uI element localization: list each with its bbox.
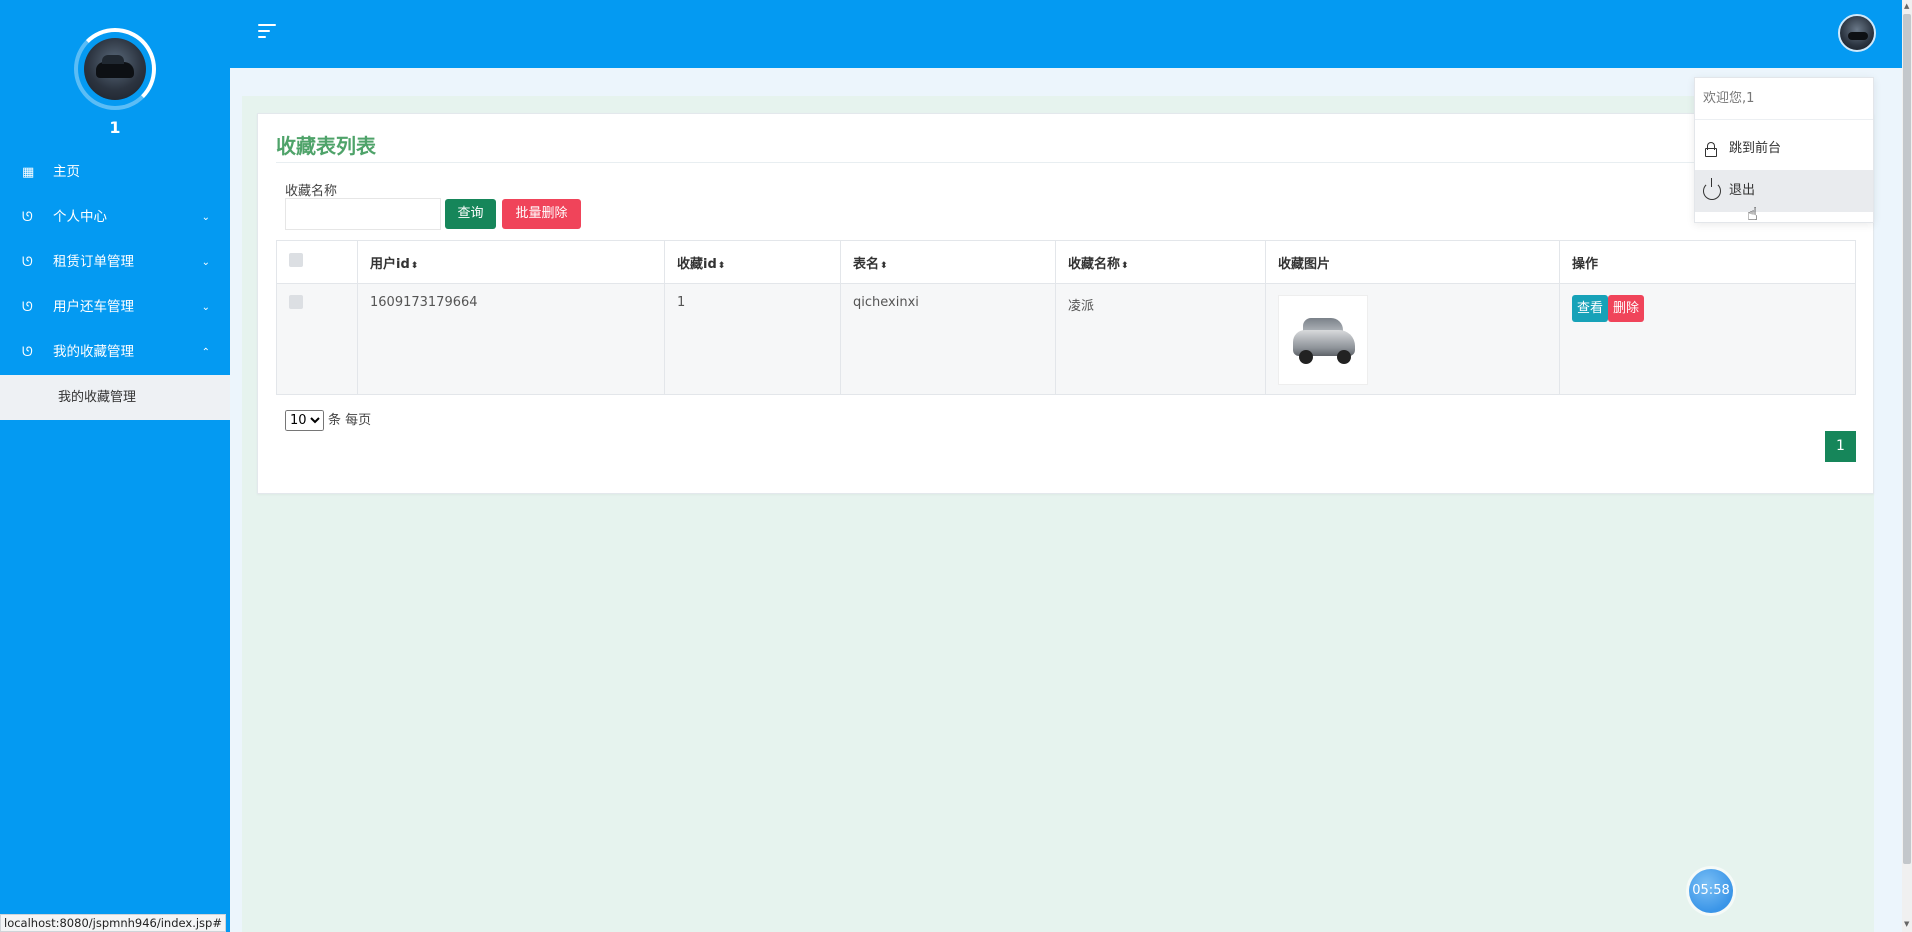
column-header-fav-id[interactable]: 收藏id⬍ [664,240,841,284]
sidebar-item-my-favorites[interactable]: ᘎ 我的收藏管理 ⌃ [0,330,230,375]
scroll-down-icon[interactable]: ▼ [1904,920,1909,928]
sidebar-item-home[interactable]: ▦ 主页 [0,150,230,195]
avatar-image [84,38,146,100]
page-size-control: 10 条 每页 [285,409,371,431]
menu-toggle-icon[interactable] [258,24,276,40]
grid-icon: ▦ [22,165,35,180]
sort-icon: ⬍ [410,260,419,271]
column-label: 操作 [1572,256,1599,272]
cell-actions: 查看 删除 [1559,283,1856,395]
search-input[interactable] [285,198,441,230]
welcome-text: 欢迎您,1 [1695,78,1873,120]
top-header [230,0,1902,68]
lock-icon [1705,142,1717,157]
scroll-up-icon[interactable]: ▲ [1904,2,1909,10]
sort-icon: ⬍ [1121,260,1129,271]
cell-table-name: qichexinxi [840,283,1056,395]
chevron-down-icon: ⌄ [201,302,210,313]
column-header-fav-name[interactable]: 收藏名称⬍ [1055,240,1266,284]
select-all-checkbox[interactable] [289,253,303,267]
column-header-fav-image: 收藏图片 [1265,240,1560,284]
row-select-cell [276,283,358,395]
browser-status-bar: localhost:8080/jspmnh946/index.jsp# [0,914,226,932]
title-divider [276,162,1856,163]
view-button[interactable]: 查看 [1572,295,1609,322]
menu-item-logout[interactable]: 退出 ☝ [1695,170,1873,225]
menu-item-label: 跳到前台 [1729,141,1782,156]
sidebar-username: 1 [109,118,121,137]
power-icon [1703,178,1721,200]
pagination-page-1[interactable]: 1 [1825,431,1856,462]
page-title: 收藏表列表 [276,134,376,158]
sidebar-item-rental-orders[interactable]: ᘎ 租赁订单管理 ⌄ [0,240,230,285]
column-label: 收藏图片 [1278,256,1331,272]
user-dropdown-menu: 欢迎您,1 跳到前台 退出 ☝ [1694,77,1874,225]
column-label: 用户id [370,256,410,272]
sidebar: 1 ▦ 主页 ᘎ 个人中心 ⌄ ᘎ 租赁订单管理 ⌄ ᘎ 用户还车管理 ⌄ ᘎ … [0,0,230,932]
batch-delete-button[interactable]: 批量删除 [502,199,581,229]
sort-icon: ⬍ [717,260,726,271]
chevron-down-icon: ⌄ [201,257,210,268]
sidebar-item-label: 租赁订单管理 [53,254,134,270]
favorites-card: 收藏表列表 收藏名称 查询 批量删除 用户id⬍ 收藏id⬍ 表名⬍ 收藏名称⬍… [257,113,1874,494]
column-header-user-id[interactable]: 用户id⬍ [357,240,665,284]
chevron-up-icon: ⌃ [201,347,210,358]
column-header-table-name[interactable]: 表名⬍ [840,240,1056,284]
timer-badge[interactable]: 05:58 [1689,869,1733,913]
favorites-table: 用户id⬍ 收藏id⬍ 表名⬍ 收藏名称⬍ 收藏图片 操作 1609173179… [276,240,1856,395]
sidebar-nav: ▦ 主页 ᘎ 个人中心 ⌄ ᘎ 租赁订单管理 ⌄ ᘎ 用户还车管理 ⌄ ᘎ 我的… [0,150,230,420]
column-label: 收藏id [677,256,717,272]
car-thumbnail[interactable] [1278,295,1368,385]
column-label: 收藏名称 [1068,256,1121,272]
delete-button[interactable]: 删除 [1608,295,1645,322]
sidebar-item-car-returns[interactable]: ᘎ 用户还车管理 ⌄ [0,285,230,330]
sidebar-avatar[interactable] [74,28,156,110]
column-label: 表名 [853,256,880,272]
sort-icon: ⬍ [880,260,888,271]
cell-fav-name: 凌派 [1055,283,1266,395]
search-label: 收藏名称 [285,184,338,199]
table-header-row: 用户id⬍ 收藏id⬍ 表名⬍ 收藏名称⬍ 收藏图片 操作 [276,240,1856,284]
page-size-suffix: 条 每页 [328,413,372,428]
vertical-scrollbar[interactable]: ▲ ▼ [1902,0,1912,932]
page-size-select[interactable]: 10 [285,410,324,431]
sidebar-subitem-my-favorites[interactable]: 我的收藏管理 [0,375,230,420]
hand-cursor-icon: ☝ [1747,204,1758,225]
menu-item-go-frontend[interactable]: 跳到前台 [1695,128,1873,170]
sidebar-item-label: 主页 [53,164,80,180]
stethoscope-icon: ᘎ [22,210,33,225]
cell-fav-image [1265,283,1560,395]
cell-user-id: 1609173179664 [357,283,665,395]
user-avatar[interactable] [1838,14,1876,52]
table-row: 1609173179664 1 qichexinxi 凌派 查看 删除 [276,283,1856,395]
sidebar-item-label: 个人中心 [53,209,107,225]
stethoscope-icon: ᘎ [22,345,33,360]
row-checkbox[interactable] [289,295,303,309]
sidebar-item-label: 我的收藏管理 [53,344,134,360]
sidebar-item-label: 用户还车管理 [53,299,134,315]
chevron-down-icon: ⌄ [201,212,210,223]
column-header-actions: 操作 [1559,240,1856,284]
select-all-header [276,240,358,284]
stethoscope-icon: ᘎ [22,300,33,315]
query-button[interactable]: 查询 [445,199,496,229]
sidebar-item-personal-center[interactable]: ᘎ 个人中心 ⌄ [0,195,230,240]
cell-fav-id: 1 [664,283,841,395]
stethoscope-icon: ᘎ [22,255,33,270]
scrollbar-thumb[interactable] [1903,14,1911,864]
